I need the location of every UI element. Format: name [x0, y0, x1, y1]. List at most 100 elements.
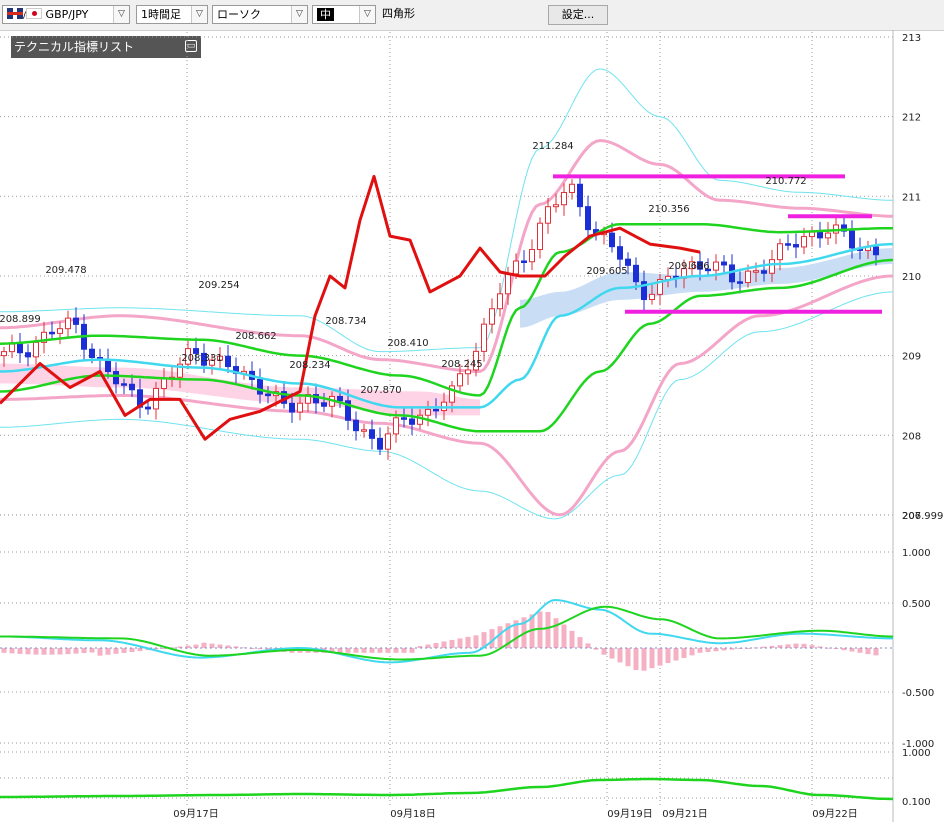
price-annotation: 208.245	[441, 359, 482, 370]
candle-body	[377, 437, 383, 450]
price-annotation: 210.356	[648, 204, 689, 215]
time-label: 09月22日	[812, 808, 857, 820]
candle-body	[569, 183, 575, 193]
macd-histogram-bar	[393, 648, 399, 653]
macd-tick-label: 1.000	[902, 548, 931, 559]
macd-histogram-bar	[633, 648, 639, 671]
macd-histogram-bar	[401, 648, 407, 653]
candle-body	[297, 402, 303, 413]
chevron-down-icon[interactable]: ▽	[359, 6, 375, 23]
candle-body	[353, 419, 359, 432]
candle-body	[257, 378, 263, 395]
macd-histogram-bar	[465, 636, 471, 648]
drawing-tool-field[interactable]: 四角形	[378, 5, 538, 24]
candle-body	[401, 417, 407, 420]
oscillator-panel: 1.000 0.100	[0, 748, 931, 808]
macd-histogram-bar	[41, 648, 47, 655]
chevron-down-icon[interactable]: ▽	[113, 6, 129, 23]
price-annotation: 208.662	[235, 331, 276, 342]
macd-histogram-bar	[857, 648, 863, 653]
line-width-select[interactable]: 中 ▽	[312, 5, 376, 24]
candle-body	[425, 408, 431, 416]
macd-line	[0, 598, 893, 664]
macd-histogram-bar	[793, 643, 799, 648]
candle-body	[161, 378, 167, 389]
candle-body	[761, 270, 767, 274]
candle-body	[777, 243, 783, 261]
price-chart[interactable]: 209.478 208.899 208.331 209.254 208.662 208.2…	[0, 30, 944, 822]
macd-histogram-bar	[129, 648, 135, 652]
macd-histogram-bar	[865, 648, 871, 655]
price-tick-label: 211	[902, 192, 921, 203]
chart-type-select[interactable]: ローソク ▽	[212, 5, 308, 24]
macd-histogram-bar	[89, 648, 95, 653]
macd-histogram-bar	[433, 643, 439, 648]
candle-body	[537, 222, 543, 251]
candle-body	[9, 343, 15, 353]
chart-toolbar: / GBP/JPY ▽ 1時間足 ▽ ローソク ▽ 中 ▽ 四角形 設定...	[0, 0, 944, 31]
currency-pair-select[interactable]: / GBP/JPY ▽	[2, 5, 130, 24]
timeframe-select[interactable]: 1時間足 ▽	[136, 5, 208, 24]
candle-body	[513, 260, 519, 275]
macd-histogram-bar	[665, 648, 671, 664]
candle-body	[585, 206, 591, 231]
candle-body	[825, 232, 831, 239]
candle-body	[337, 395, 343, 402]
price-annotation: 210.772	[765, 176, 806, 187]
candle-body	[745, 270, 751, 284]
candle-body	[49, 331, 55, 335]
candle-body	[1, 351, 7, 357]
price-annotation: 209.478	[45, 265, 86, 276]
candle-body	[809, 231, 815, 238]
candle-body	[33, 341, 39, 358]
macd-histogram-bar	[617, 648, 623, 663]
candle-body	[369, 429, 375, 439]
macd-histogram-bar	[441, 641, 447, 648]
candle-body	[505, 273, 511, 295]
macd-histogram-bar	[585, 643, 591, 648]
settings-button[interactable]: 設定...	[548, 5, 608, 25]
macd-histogram-bar	[17, 648, 23, 654]
candle-body	[465, 369, 471, 375]
candle-body	[17, 343, 23, 354]
candle-body	[617, 246, 623, 260]
chevron-down-icon[interactable]: ▽	[191, 6, 207, 23]
candle-body	[409, 418, 415, 425]
macd-histogram-bar	[569, 630, 575, 648]
candle-body	[433, 408, 439, 412]
chevron-down-icon[interactable]: ▽	[291, 6, 307, 23]
macd-histogram-bar	[209, 643, 215, 648]
macd-histogram-bar	[689, 648, 695, 656]
macd-tick-label: -0.500	[902, 688, 934, 699]
candle-body	[121, 383, 127, 386]
candle-body	[553, 204, 559, 208]
price-tick-label: 206.999	[902, 511, 943, 522]
candle-body	[361, 429, 367, 432]
macd-histogram-bar	[545, 611, 551, 648]
macd-histogram-bar	[553, 618, 559, 648]
drawing-tool-label: 四角形	[382, 7, 415, 20]
candle-body	[129, 383, 135, 391]
macd-histogram-bar	[113, 648, 119, 654]
candle-body	[457, 373, 463, 387]
candle-body	[385, 433, 391, 450]
price-annotation: 207.870	[360, 385, 401, 396]
bollinger-outer-upper	[0, 68, 893, 353]
candle-body	[529, 249, 535, 263]
time-label: 09月19日	[607, 808, 652, 820]
price-tick-label: 212	[902, 113, 921, 124]
macd-histogram-bar	[673, 648, 679, 661]
macd-histogram-bar	[377, 648, 383, 653]
japan-flag-icon	[26, 8, 43, 19]
macd-histogram-bar	[217, 644, 223, 648]
macd-histogram-bar	[25, 648, 31, 655]
candle-body	[721, 261, 727, 266]
macd-histogram-bar	[369, 648, 375, 653]
candle-body	[225, 355, 231, 368]
price-annotation: 209.605	[586, 266, 627, 277]
indicator-bands	[0, 68, 893, 520]
macd-histogram-bar	[601, 648, 607, 655]
macd-histogram-bar	[849, 648, 855, 652]
macd-histogram-bar	[449, 639, 455, 648]
candle-body	[769, 259, 775, 274]
